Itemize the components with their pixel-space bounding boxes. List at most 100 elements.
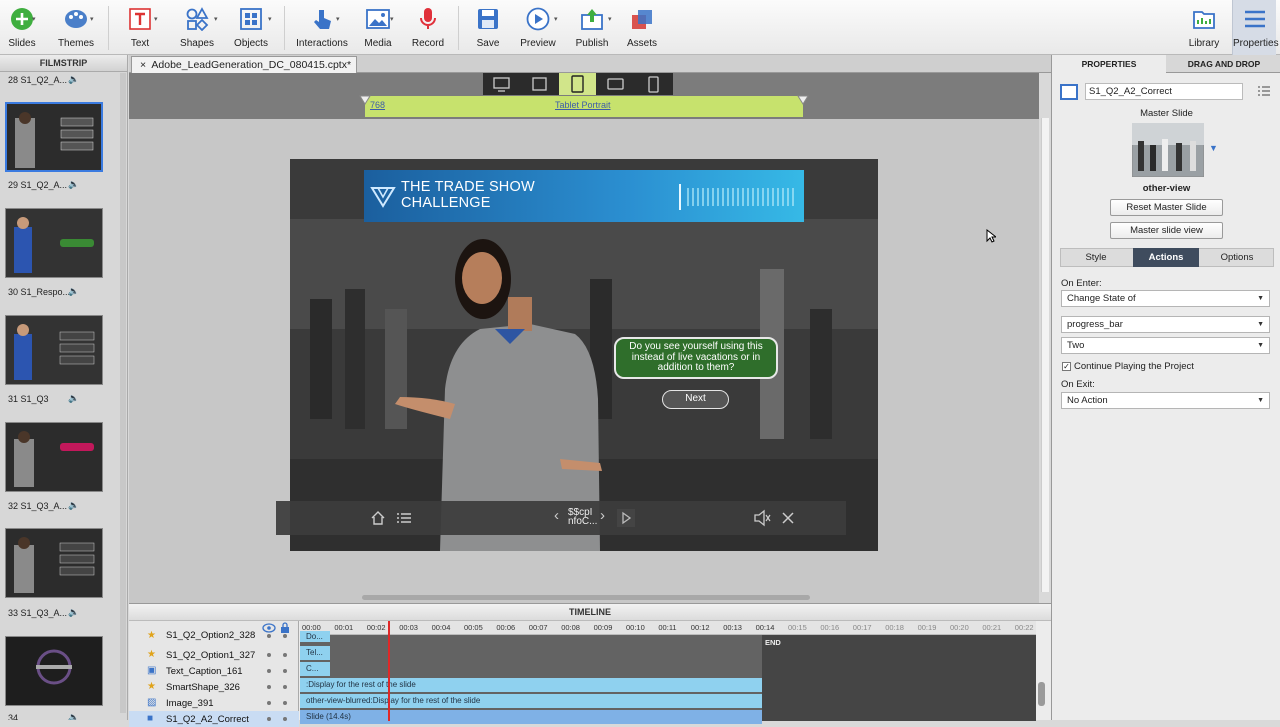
stage-vertical-scrollbar[interactable] <box>1041 118 1049 592</box>
toc-list-icon[interactable] <box>396 512 412 524</box>
lock-dot[interactable] <box>283 701 287 705</box>
slides-button[interactable]: ▾ Slides <box>0 0 44 55</box>
slide-canvas[interactable]: THE TRADE SHOW CHALLENGE Do you see your… <box>290 159 878 551</box>
timeline-bar[interactable]: :Display for the rest of the slide <box>300 678 762 692</box>
slide-thumbnail-30[interactable] <box>5 208 103 278</box>
tab-properties[interactable]: PROPERTIES <box>1052 55 1166 73</box>
objects-button[interactable]: ▾ Objects <box>226 0 276 55</box>
timeline-row[interactable]: ▣ Text_Caption_161 <box>129 663 299 679</box>
interactions-button[interactable]: ▾ Interactions <box>294 0 350 55</box>
shapes-button[interactable]: ▾ Shapes <box>172 0 222 55</box>
timeline-playhead[interactable] <box>388 621 390 721</box>
record-label: Record <box>411 38 445 49</box>
timeline-row[interactable]: ★ SmartShape_326 <box>129 679 299 695</box>
themes-label: Themes <box>57 38 95 49</box>
tablet-landscape-device-button[interactable] <box>521 73 558 95</box>
slide-label[interactable]: 28 S1_Q2_A... <box>8 75 67 85</box>
assets-button[interactable]: Assets <box>620 0 664 55</box>
tab-style[interactable]: Style <box>1060 248 1132 267</box>
publish-button[interactable]: ▾ Publish <box>568 0 616 55</box>
target-state-select[interactable]: Two ▼ <box>1061 337 1270 354</box>
slide-label[interactable]: 30 S1_Respo... <box>8 287 70 297</box>
mobile-portrait-device-button[interactable] <box>635 73 672 95</box>
breakpoint-handle-left[interactable] <box>359 95 371 105</box>
slide-label[interactable]: 32 S1_Q3_A... <box>8 501 67 511</box>
breakpoint-bar[interactable]: 768 Tablet Portrait <box>365 96 803 117</box>
desktop-device-button[interactable] <box>483 73 520 95</box>
timeline-bar[interactable]: C... <box>300 662 330 676</box>
lock-dot[interactable] <box>283 717 287 721</box>
lock-dot[interactable] <box>283 669 287 673</box>
close-icon[interactable] <box>781 511 795 525</box>
publish-label: Publish <box>575 38 609 49</box>
timeline-ruler[interactable]: 00:00 00:01 00:02 00:03 00:04 00:05 00:06 00:07… <box>300 621 1036 635</box>
lock-dot[interactable] <box>283 685 287 689</box>
lock-dot[interactable] <box>283 634 287 638</box>
slide-label[interactable]: 33 S1_Q3_A... <box>8 608 67 618</box>
master-slide-view-button[interactable]: Master slide view <box>1110 222 1223 239</box>
on-enter-action-select[interactable]: Change State of ▼ <box>1061 290 1270 307</box>
timeline-bar[interactable]: Tel... <box>300 646 330 660</box>
panel-options-icon[interactable] <box>1257 85 1271 97</box>
play-icon[interactable] <box>616 508 636 528</box>
text-button[interactable]: ▾ Text <box>118 0 162 55</box>
master-slide-thumbnail[interactable] <box>1132 123 1204 177</box>
tab-drag-and-drop[interactable]: DRAG AND DROP <box>1167 55 1280 73</box>
continue-playing-checkbox[interactable]: ✓ <box>1062 362 1071 371</box>
slide-preview-image <box>6 209 102 277</box>
slide-label[interactable]: 34 <box>8 713 18 720</box>
themes-button[interactable]: ▾ Themes <box>52 0 100 55</box>
slide-label[interactable]: 29 S1_Q2_A... <box>8 180 67 190</box>
publish-icon <box>581 9 603 30</box>
save-button[interactable]: Save <box>466 0 510 55</box>
timeline-row[interactable]: ▨ Image_391 <box>129 695 299 711</box>
properties-button[interactable]: Properties <box>1232 0 1279 55</box>
tablet-portrait-icon <box>571 75 584 93</box>
stage-horizontal-scrollbar[interactable] <box>362 595 810 600</box>
document-tab[interactable]: × Adobe_LeadGeneration_DC_080415.cptx* <box>131 56 357 73</box>
slide-thumbnail-34[interactable] <box>5 636 103 706</box>
slide-thumbnail-29[interactable] <box>5 102 103 172</box>
timeline-bar[interactable]: other-view-blurred:Display for the rest … <box>300 694 762 708</box>
timeline-row-selected[interactable]: ■ S1_Q2_A2_Correct <box>129 711 299 727</box>
object-name-field[interactable]: S1_Q2_A2_Correct <box>1085 83 1243 100</box>
timeline-row[interactable]: ★ S1_Q2_Option1_327 <box>129 647 299 663</box>
master-slide-dropdown-icon[interactable]: ▼ <box>1209 143 1218 153</box>
timeline-row[interactable]: ★ S1_Q2_Option2_328 <box>129 631 299 643</box>
tab-options[interactable]: Options <box>1200 248 1274 267</box>
close-icon[interactable]: × <box>140 59 146 71</box>
mobile-landscape-device-button[interactable] <box>597 73 634 95</box>
record-button[interactable]: Record <box>406 0 450 55</box>
next-arrow-icon[interactable]: › <box>600 507 605 524</box>
previous-arrow-icon[interactable]: ‹ <box>554 507 559 524</box>
visibility-dot[interactable] <box>267 685 271 689</box>
breakpoint-handle-right[interactable] <box>797 95 809 105</box>
visibility-dot[interactable] <box>267 701 271 705</box>
timeline-bar[interactable]: Slide (14.4s) <box>300 710 762 724</box>
slide-thumbnail-32[interactable] <box>5 422 103 492</box>
objects-icon <box>240 8 262 30</box>
library-button[interactable]: Library <box>1182 0 1226 55</box>
filmstrip-scrollbar[interactable] <box>120 73 126 713</box>
timeline-scrollbar[interactable] <box>1038 682 1045 706</box>
tab-actions[interactable]: Actions <box>1133 248 1199 267</box>
visibility-dot[interactable] <box>267 653 271 657</box>
tablet-portrait-device-button[interactable] <box>559 73 596 95</box>
visibility-dot[interactable] <box>267 717 271 721</box>
target-object-select[interactable]: progress_bar ▼ <box>1061 316 1270 333</box>
lock-dot[interactable] <box>283 653 287 657</box>
slide-thumbnail-33[interactable] <box>5 528 103 598</box>
visibility-dot[interactable] <box>267 634 271 638</box>
on-exit-action-select[interactable]: No Action ▼ <box>1061 392 1270 409</box>
slide-label[interactable]: 31 S1_Q3 <box>8 394 49 404</box>
slide-thumbnail-31[interactable] <box>5 315 103 385</box>
reset-master-slide-button[interactable]: Reset Master Slide <box>1110 199 1223 216</box>
media-button[interactable]: ▾ Media <box>356 0 400 55</box>
home-icon[interactable] <box>370 510 386 526</box>
preview-button[interactable]: ▾ Preview <box>514 0 562 55</box>
mute-speaker-icon[interactable] <box>752 509 772 527</box>
visibility-dot[interactable] <box>267 669 271 673</box>
timeline-bar[interactable]: Do... <box>300 631 330 642</box>
next-button[interactable]: Next <box>662 390 729 409</box>
question-caption[interactable]: Do you see yourself using this instead o… <box>614 337 778 379</box>
